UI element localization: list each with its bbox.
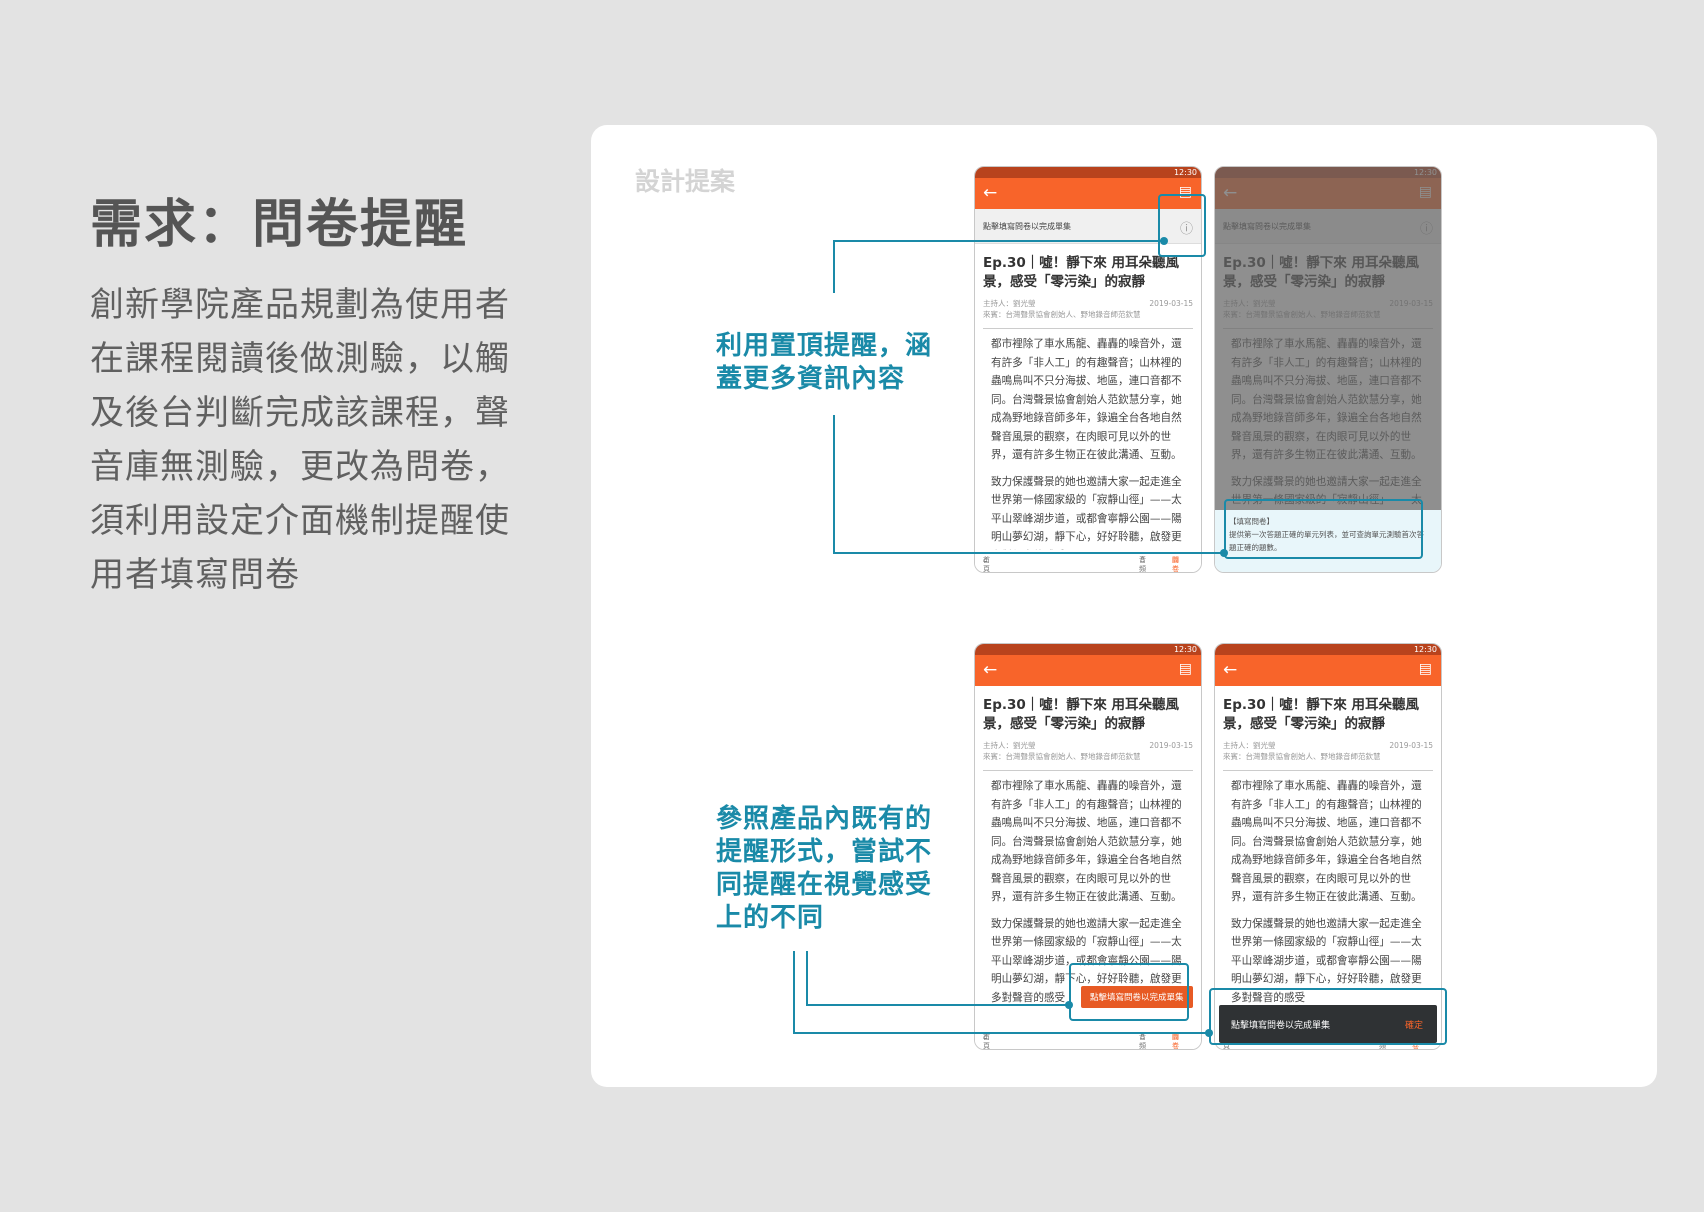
page-description: 創新學院產品規劃為使用者在課程閱讀後做測驗，以觸及後台判斷完成該課程，聲音庫無測… bbox=[90, 285, 510, 595]
connector-dot bbox=[1220, 549, 1228, 557]
connector-dot bbox=[1065, 1001, 1073, 1009]
page-title: 需求：問卷提醒 bbox=[90, 195, 469, 255]
proposal-card: 設計提案 利用置頂提醒，涵蓋更多資訊內容 參照產品內既有的提醒形式，嘗試不同提醒… bbox=[591, 125, 1657, 1087]
connector-dot bbox=[1205, 1029, 1213, 1037]
connector-top-down bbox=[833, 415, 1224, 554]
connector-dot bbox=[1160, 237, 1168, 245]
connector-bottom-outer bbox=[793, 951, 1209, 1034]
connector-lines bbox=[793, 237, 1228, 1037]
connector-top-left bbox=[833, 240, 1164, 293]
connector-bottom-inner bbox=[806, 951, 1069, 1006]
